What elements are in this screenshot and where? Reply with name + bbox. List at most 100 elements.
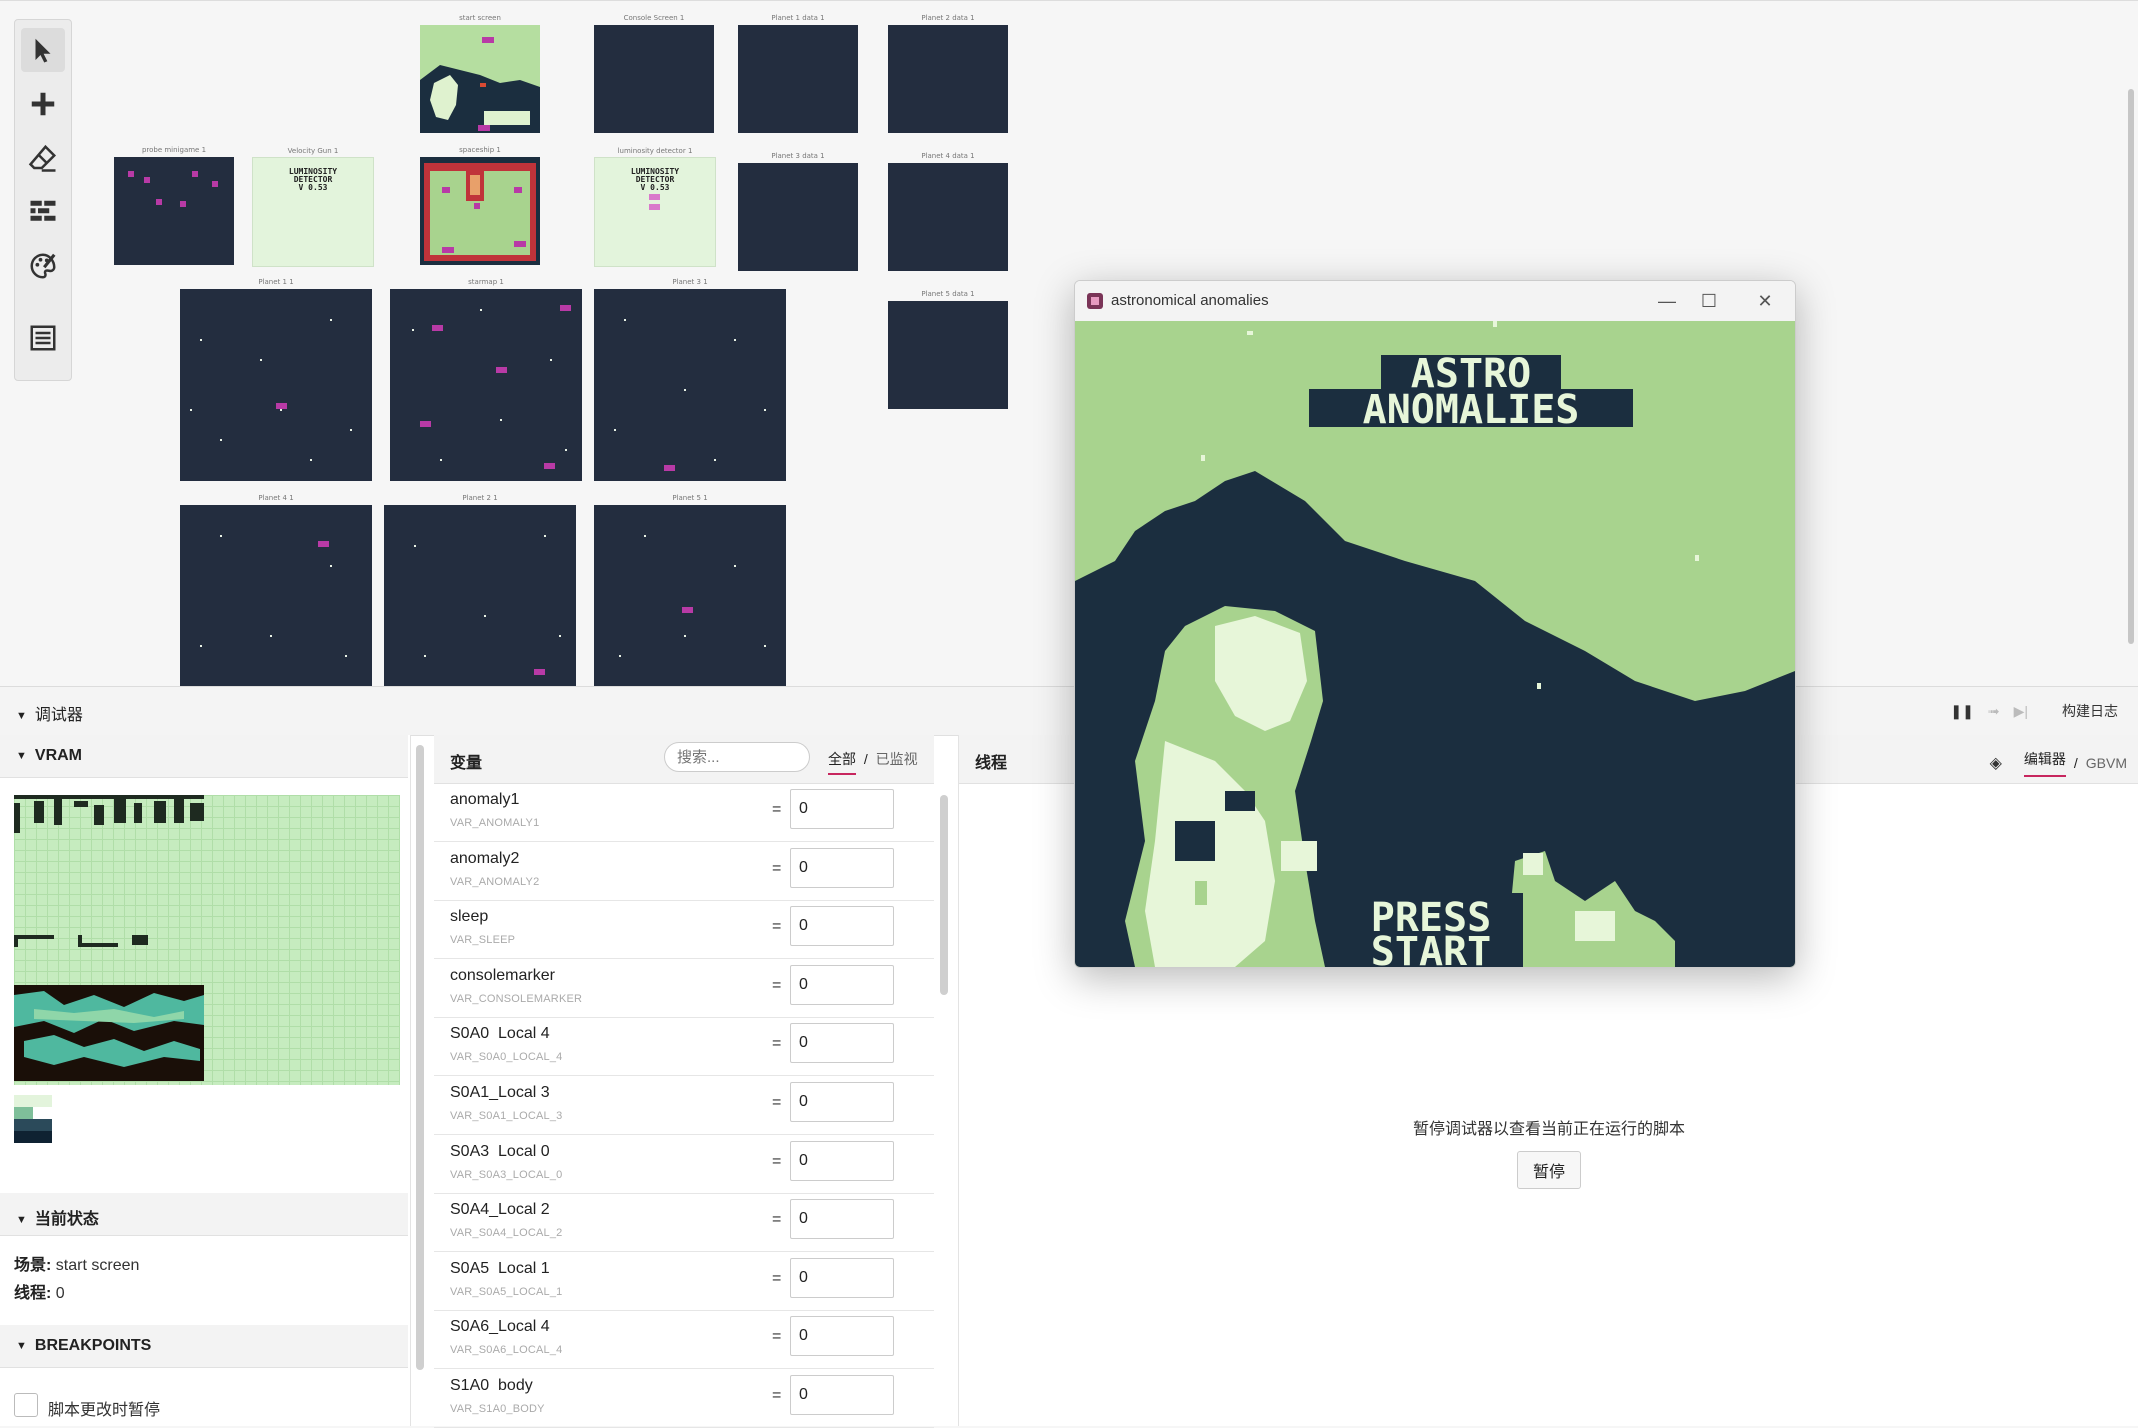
- game-title-line-2: ANOMALIES: [1363, 387, 1580, 433]
- variable-value-input[interactable]: [790, 1140, 894, 1181]
- left-scrollbar[interactable]: [416, 745, 424, 1370]
- collisions-brick-icon[interactable]: [21, 190, 65, 234]
- collapse-caret-icon[interactable]: ▼: [16, 1214, 27, 1226]
- scene-velocity-gun[interactable]: Velocity Gun 1 LUMINOSITY DETECTOR V 0.5…: [252, 147, 374, 267]
- scene-label: Planet 2 1: [462, 494, 498, 502]
- breakpoints-title: BREAKPOINTS: [34, 1337, 152, 1354]
- scene-thumbnail: [594, 505, 786, 687]
- variables-scrollbar[interactable]: [940, 795, 948, 995]
- scene-start-screen[interactable]: start screen: [420, 14, 540, 133]
- scene-label: Planet 2 data 1: [921, 14, 975, 22]
- scene-spaceship[interactable]: spaceship 1: [420, 146, 540, 265]
- collapse-caret-icon[interactable]: ▼: [16, 1340, 27, 1352]
- pause-on-script-change-checkbox[interactable]: [14, 1393, 38, 1417]
- scene-label: Planet 5 data 1: [921, 290, 975, 298]
- scene-console-screen[interactable]: Console Screen 1: [594, 14, 714, 133]
- scene-label: Planet 1 data 1: [771, 14, 825, 22]
- scene-label: starmap 1: [468, 278, 504, 286]
- debugger-left-column: ▼ VRAM ▼ 当前状态 场景: start screen 线程: 0 ▼ B…: [0, 735, 411, 1426]
- variable-id: VAR_S1A0_BODY: [450, 1403, 545, 1415]
- variable-row: anomaly2 VAR_ANOMALY2 =: [434, 842, 934, 901]
- variable-value-input[interactable]: [790, 1257, 894, 1298]
- layers-icon[interactable]: ◈: [1990, 753, 2002, 773]
- equals-sign: =: [772, 1387, 782, 1404]
- variable-name: S0A3 Local 0: [450, 1142, 550, 1160]
- scene-planet-4[interactable]: Planet 4 1: [180, 494, 372, 687]
- pause-on-script-change-label: 脚本更改时暂停: [48, 1402, 161, 1419]
- debugger-title[interactable]: ▼ 调试器: [16, 701, 83, 725]
- scene-planet-4-data[interactable]: Planet 4 data 1: [888, 152, 1008, 271]
- current-scene-row: 场景: start screen: [14, 1251, 139, 1275]
- scene-planet-1-data[interactable]: Planet 1 data 1: [738, 14, 858, 133]
- scene-thumbnail: [420, 157, 540, 265]
- variable-name: consolemarker: [450, 966, 555, 984]
- variable-value-input[interactable]: [790, 1023, 894, 1064]
- tool-palette: [14, 19, 72, 381]
- variable-value-input[interactable]: [790, 789, 894, 829]
- script-list-icon[interactable]: [21, 316, 65, 360]
- debugger-header[interactable]: ▼ 调试器 ❚❚ ➟ ▶| 构建日志: [0, 687, 2138, 736]
- scene-label: luminosity detector 1: [617, 147, 693, 155]
- variable-row: S1A0 body VAR_S1A0_BODY =: [434, 1369, 934, 1428]
- step-icon[interactable]: ➟: [1988, 703, 2000, 720]
- variable-value-input[interactable]: [790, 1375, 894, 1415]
- add-plus-icon[interactable]: [21, 82, 65, 126]
- scene-luminosity-detector[interactable]: luminosity detector 1 LUMINOSITY DETECTO…: [594, 147, 716, 267]
- world-scrollbar[interactable]: [2128, 89, 2134, 644]
- world-canvas[interactable]: start screen Console Screen 1 Planet 1 d…: [0, 0, 2138, 687]
- close-icon[interactable]: ✕: [1745, 287, 1785, 315]
- collapse-caret-icon[interactable]: ▼: [16, 710, 27, 722]
- scene-label: Console Screen 1: [623, 14, 685, 22]
- select-cursor-icon[interactable]: [21, 28, 65, 72]
- minimize-icon[interactable]: —: [1647, 287, 1687, 315]
- scene-planet-2[interactable]: Planet 2 1: [384, 494, 576, 687]
- equals-sign: =: [772, 976, 782, 994]
- pause-icon[interactable]: ❚❚: [1950, 703, 1973, 720]
- eraser-icon[interactable]: [21, 136, 65, 180]
- collapse-caret-icon[interactable]: ▼: [16, 750, 27, 762]
- scene-planet-5[interactable]: Planet 5 1: [594, 494, 786, 687]
- pause-button[interactable]: 暂停: [1517, 1151, 1581, 1189]
- window-titlebar[interactable]: astronomical anomalies — ☐ ✕: [1075, 281, 1795, 321]
- scene-starmap[interactable]: starmap 1: [390, 278, 582, 481]
- paint-palette-icon[interactable]: [21, 244, 65, 288]
- app-icon: [1087, 293, 1103, 309]
- scene-planet-3-data[interactable]: Planet 3 data 1: [738, 152, 858, 271]
- scene-label: Planet 3 1: [672, 278, 708, 286]
- scene-planet-5-data[interactable]: Planet 5 data 1: [888, 290, 1008, 409]
- variable-id: VAR_SLEEP: [450, 934, 516, 947]
- variable-name: S0A1_Local 3: [450, 1084, 550, 1101]
- game-emulator-window[interactable]: astronomical anomalies — ☐ ✕ ASTRO ANOMA…: [1074, 280, 1796, 968]
- tab-editor[interactable]: 编辑器: [2023, 749, 2066, 777]
- variables-title: 变量: [450, 755, 483, 772]
- tab-all[interactable]: 全部: [828, 751, 856, 775]
- vram-header[interactable]: ▼ VRAM: [0, 735, 408, 778]
- game-screen[interactable]: ASTRO ANOMALIES PRESS START: [1075, 321, 1795, 967]
- thread-value: 0: [55, 1285, 65, 1302]
- variable-value-input[interactable]: [790, 847, 894, 888]
- scene-planet-2-data[interactable]: Planet 2 data 1: [888, 14, 1008, 133]
- maximize-icon[interactable]: ☐: [1689, 287, 1729, 315]
- variable-value-input[interactable]: [790, 1199, 894, 1240]
- equals-sign: =: [772, 1328, 782, 1346]
- variable-name: S0A6_Local 4: [450, 1318, 550, 1336]
- variable-value-input[interactable]: [790, 1082, 894, 1122]
- scene-label: Planet 5 1: [672, 494, 708, 502]
- build-log-link[interactable]: 构建日志: [2062, 701, 2118, 721]
- variable-value-input[interactable]: [790, 906, 894, 947]
- breakpoints-header[interactable]: ▼ BREAKPOINTS: [0, 1325, 408, 1368]
- scene-planet-1[interactable]: Planet 1 1: [180, 278, 372, 481]
- equals-sign: =: [772, 1094, 782, 1111]
- variable-value-input[interactable]: [790, 964, 894, 1005]
- scene-probe-minigame[interactable]: probe minigame 1: [114, 146, 234, 265]
- variable-value-input[interactable]: [790, 1316, 894, 1357]
- step-frame-icon[interactable]: ▶|: [2014, 703, 2028, 720]
- scene-planet-3[interactable]: Planet 3 1: [594, 278, 786, 481]
- variables-search-input[interactable]: [664, 742, 810, 772]
- equals-sign: =: [772, 1211, 782, 1229]
- tab-watched[interactable]: 已监视: [876, 751, 918, 767]
- variable-row: anomaly1 VAR_ANOMALY1 =: [434, 783, 934, 842]
- tab-gbvm[interactable]: GBVM: [2086, 755, 2127, 771]
- current-state-header[interactable]: ▼ 当前状态: [0, 1193, 408, 1236]
- variable-row: S0A6_Local 4 VAR_S0A6_LOCAL_4 =: [434, 1310, 934, 1370]
